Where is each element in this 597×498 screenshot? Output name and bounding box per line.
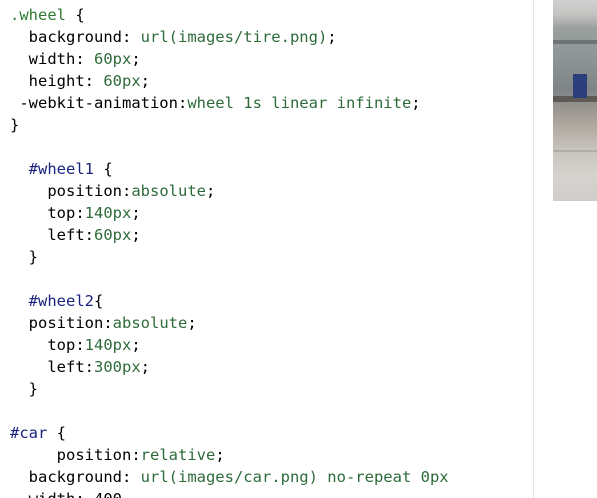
code-line[interactable]: } [10, 378, 449, 400]
code-token-value: 140px [84, 204, 132, 222]
code-line[interactable]: position:relative; [10, 444, 449, 466]
code-token-value: 60px [103, 72, 141, 90]
code-token-punct: ; [411, 94, 421, 112]
code-line[interactable]: top:140px; [10, 334, 449, 356]
code-line[interactable]: #wheel2{ [10, 290, 449, 312]
code-token-prop: left: [10, 358, 94, 376]
code-token-prop: width: 400 [10, 490, 122, 498]
code-token-prop: background: [10, 28, 141, 46]
code-line[interactable]: width: 400 [10, 488, 449, 498]
photo-thumbnail-icon [553, 0, 597, 201]
code-line[interactable]: .wheel { [10, 4, 449, 26]
code-token-selector: .wheel [10, 6, 66, 24]
code-token-punct: { [47, 424, 66, 442]
code-token-punct: ; [140, 358, 151, 376]
photo-band [553, 40, 597, 44]
code-line[interactable]: #wheel1 { [10, 158, 449, 180]
code-token-prop: left: [10, 226, 94, 244]
code-block[interactable]: .wheel { background: url(images/tire.png… [10, 4, 449, 498]
code-token-punct: ; [131, 50, 141, 68]
code-line[interactable]: background: url(images/tire.png); [10, 26, 449, 48]
code-line[interactable] [10, 268, 449, 290]
code-token-prop: position: [10, 314, 113, 332]
code-line[interactable]: -webkit-animation:wheel 1s linear infini… [10, 92, 449, 114]
code-token-prop: position: [10, 182, 132, 200]
code-token-value: url(images/car.png) no-repeat 0px [140, 468, 449, 486]
code-token-prop: width: [10, 50, 94, 68]
code-token-punct [10, 292, 29, 310]
code-token-value: absolute [112, 314, 188, 332]
code-token-punct: } [10, 248, 38, 266]
code-token-punct: ; [215, 446, 225, 464]
code-token-prop: background: [10, 468, 141, 486]
code-line[interactable]: } [10, 246, 449, 268]
code-token-prop: top: [10, 336, 85, 354]
code-line[interactable]: } [10, 114, 449, 136]
code-token-punct: { [94, 160, 113, 178]
code-token-punct [10, 160, 29, 178]
code-token-value: wheel 1s linear infinite [187, 94, 412, 112]
code-token-punct: ; [131, 226, 141, 244]
code-line[interactable]: left:60px; [10, 224, 449, 246]
code-line[interactable] [10, 400, 449, 422]
code-line[interactable]: position:absolute; [10, 312, 449, 334]
code-token-prop: height: [10, 72, 104, 90]
photo-detail [573, 74, 587, 98]
code-line[interactable]: #car { [10, 422, 449, 444]
code-token-prop: top: [10, 204, 85, 222]
code-token-value: relative [140, 446, 216, 464]
code-token-id: #wheel2 [28, 292, 94, 310]
photo-band [553, 150, 597, 152]
code-token-punct: ; [131, 204, 141, 222]
code-token-value: 60px [94, 226, 132, 244]
code-token-id: #wheel1 [28, 160, 94, 178]
code-token-punct: ; [131, 336, 141, 354]
code-token-punct: { [66, 6, 85, 24]
code-token-id: #car [10, 424, 48, 442]
code-token-punct: ; [327, 28, 337, 46]
code-token-punct: ; [205, 182, 216, 200]
code-token-punct: ; [140, 72, 150, 90]
code-token-value: 300px [94, 358, 141, 376]
code-token-punct: ; [187, 314, 197, 332]
code-token-punct: } [10, 380, 38, 398]
code-token-value: 140px [84, 336, 132, 354]
code-token-value: url(images/tire.png) [140, 28, 328, 46]
code-token-value: 60px [94, 50, 132, 68]
code-line[interactable]: background: url(images/car.png) no-repea… [10, 466, 449, 488]
code-line[interactable]: left:300px; [10, 356, 449, 378]
code-line[interactable]: width: 60px; [10, 48, 449, 70]
code-token-value: absolute [131, 182, 206, 200]
code-line[interactable]: height: 60px; [10, 70, 449, 92]
code-line[interactable]: position:absolute; [10, 180, 449, 202]
code-line[interactable]: top:140px; [10, 202, 449, 224]
code-token-prop: position: [10, 446, 141, 464]
code-token-punct: } [10, 116, 20, 134]
code-token-punct: { [94, 292, 104, 310]
code-token-prop: -webkit-animation: [10, 94, 188, 112]
preview-panel [534, 0, 597, 498]
code-editor[interactable]: .wheel { background: url(images/tire.png… [0, 0, 533, 498]
code-line[interactable] [10, 136, 449, 158]
